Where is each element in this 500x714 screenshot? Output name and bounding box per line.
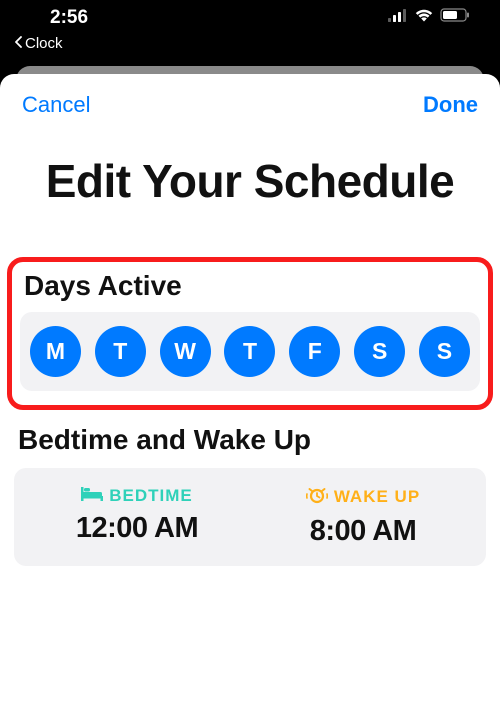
status-time: 2:56: [50, 7, 88, 29]
cancel-button[interactable]: Cancel: [22, 92, 90, 118]
back-chevron-icon: [14, 35, 23, 52]
bedtime-column: BEDTIME 12:00 AM: [24, 486, 250, 548]
back-to-app[interactable]: Clock: [0, 35, 500, 60]
wakeup-label: WAKE UP: [334, 487, 420, 507]
days-container: M T W T F S S: [20, 312, 480, 391]
bedtime-value[interactable]: 12:00 AM: [76, 512, 198, 545]
wakeup-column: WAKE UP 8:00 AM: [250, 486, 476, 548]
alarm-icon: [306, 486, 328, 509]
bed-icon: [81, 486, 103, 506]
sleep-card: BEDTIME 12:00 AM WAKE UP 8:00 AM: [14, 468, 486, 566]
day-tuesday[interactable]: T: [95, 326, 146, 377]
bedtime-header: BEDTIME: [81, 486, 193, 506]
days-active-label: Days Active: [24, 270, 480, 302]
nav-bar: Cancel Done: [0, 74, 500, 128]
day-thursday[interactable]: T: [224, 326, 275, 377]
days-active-highlight: Days Active M T W T F S S: [7, 257, 493, 410]
bedtime-section-label: Bedtime and Wake Up: [18, 424, 500, 456]
done-button[interactable]: Done: [423, 92, 478, 118]
wakeup-value[interactable]: 8:00 AM: [310, 515, 417, 548]
day-sunday[interactable]: S: [419, 326, 470, 377]
wifi-icon: [414, 8, 434, 27]
day-friday[interactable]: F: [289, 326, 340, 377]
wakeup-header: WAKE UP: [306, 486, 420, 509]
cellular-icon: [388, 9, 408, 27]
back-app-label: Clock: [25, 35, 63, 52]
battery-icon: [440, 8, 470, 27]
day-saturday[interactable]: S: [354, 326, 405, 377]
page-title: Edit Your Schedule: [30, 156, 470, 207]
status-icons: [388, 8, 470, 27]
status-bar: 2:56: [0, 0, 500, 35]
day-monday[interactable]: M: [30, 326, 81, 377]
bedtime-label: BEDTIME: [109, 486, 193, 506]
day-wednesday[interactable]: W: [160, 326, 211, 377]
modal-sheet: Cancel Done Edit Your Schedule Days Acti…: [0, 74, 500, 714]
